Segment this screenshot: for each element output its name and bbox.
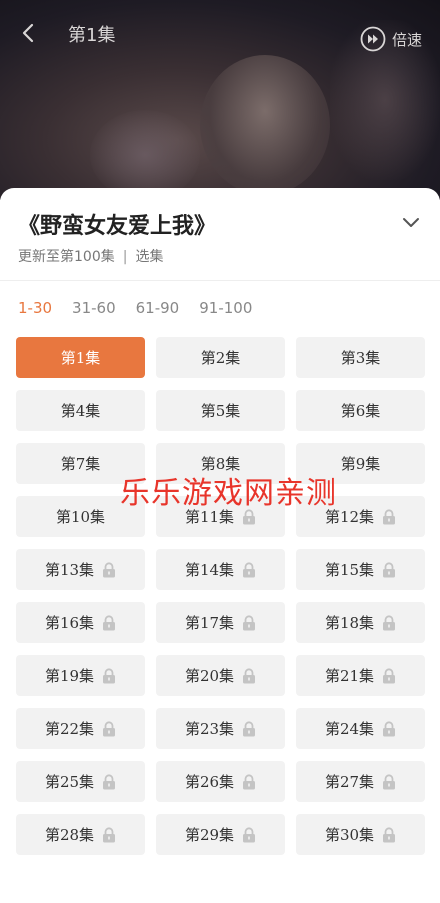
episode-button[interactable]: 第14集 bbox=[156, 549, 285, 590]
watermark-text: 乐乐游戏网亲测 bbox=[120, 476, 337, 511]
episode-label: 第7集 bbox=[60, 455, 101, 473]
episode-label: 第13集 bbox=[44, 561, 95, 579]
separator: | bbox=[122, 249, 128, 265]
range-tab[interactable]: 61-90 bbox=[136, 299, 180, 317]
episode-label: 第4集 bbox=[60, 402, 101, 420]
episode-button[interactable]: 第5集 bbox=[156, 390, 285, 431]
episode-button[interactable]: 第21集 bbox=[296, 655, 425, 696]
episode-button[interactable]: 第26集 bbox=[156, 761, 285, 802]
divider bbox=[0, 280, 440, 281]
episode-button[interactable]: 第28集 bbox=[16, 814, 145, 855]
episode-button[interactable]: 第17集 bbox=[156, 602, 285, 643]
episode-label: 第23集 bbox=[184, 720, 235, 738]
lock-icon bbox=[383, 561, 396, 577]
episode-button[interactable]: 第27集 bbox=[296, 761, 425, 802]
back-arrow-icon[interactable] bbox=[18, 22, 40, 44]
episode-button[interactable]: 第4集 bbox=[16, 390, 145, 431]
episode-label: 第29集 bbox=[184, 826, 235, 844]
episode-button[interactable]: 第20集 bbox=[156, 655, 285, 696]
episode-button[interactable]: 第1集 bbox=[16, 337, 145, 378]
lock-icon bbox=[383, 720, 396, 736]
update-status: 更新至第100集 bbox=[18, 249, 115, 265]
lock-icon bbox=[243, 561, 256, 577]
episode-label: 第16集 bbox=[44, 614, 95, 632]
episode-button[interactable]: 第13集 bbox=[16, 549, 145, 590]
lock-icon bbox=[243, 614, 256, 630]
episode-button[interactable]: 第6集 bbox=[296, 390, 425, 431]
episode-button[interactable]: 第22集 bbox=[16, 708, 145, 749]
show-title: 《野蛮女友爱上我》 bbox=[18, 213, 217, 239]
episode-button[interactable]: 第24集 bbox=[296, 708, 425, 749]
lock-icon bbox=[383, 667, 396, 683]
lock-icon bbox=[103, 561, 116, 577]
episode-grid: 第1集 第2集 第3集 第4集 第5集 第6集 第7集 第8集 第9集 第10集 第11集 第12集第… bbox=[16, 337, 426, 855]
episode-button[interactable]: 第19集 bbox=[16, 655, 145, 696]
episode-label: 第15集 bbox=[324, 561, 375, 579]
lock-icon bbox=[103, 720, 116, 736]
episode-label: 第26集 bbox=[184, 773, 235, 791]
episode-button[interactable]: 第29集 bbox=[156, 814, 285, 855]
update-info: 更新至第100集 | 选集 bbox=[18, 246, 163, 266]
lock-icon bbox=[243, 667, 256, 683]
episode-label: 第3集 bbox=[340, 349, 381, 367]
speed-label: 倍速 bbox=[392, 30, 423, 49]
episode-label: 第17集 bbox=[184, 614, 235, 632]
lock-icon bbox=[243, 826, 256, 842]
lock-icon bbox=[103, 773, 116, 789]
episode-button[interactable]: 第30集 bbox=[296, 814, 425, 855]
episode-button[interactable]: 第15集 bbox=[296, 549, 425, 590]
range-tabs: 1-30 31-60 61-90 91-100 bbox=[18, 299, 272, 317]
episode-title: 第1集 bbox=[68, 25, 116, 46]
lock-icon bbox=[383, 508, 396, 524]
episode-label: 第18集 bbox=[324, 614, 375, 632]
episode-label: 第21集 bbox=[324, 667, 375, 685]
episode-label: 第9集 bbox=[340, 455, 381, 473]
episode-label: 第5集 bbox=[200, 402, 241, 420]
range-tab[interactable]: 91-100 bbox=[199, 299, 252, 317]
episode-button[interactable]: 第3集 bbox=[296, 337, 425, 378]
episode-label: 第1集 bbox=[60, 349, 101, 367]
episode-label: 第22集 bbox=[44, 720, 95, 738]
lock-icon bbox=[383, 826, 396, 842]
episode-label: 第10集 bbox=[55, 508, 106, 526]
episode-sheet: 《野蛮女友爱上我》 更新至第100集 | 选集 1-30 31-60 61-90 9… bbox=[0, 188, 440, 903]
video-frame-figure bbox=[200, 55, 330, 195]
range-tab[interactable]: 1-30 bbox=[18, 299, 52, 317]
fast-forward-icon bbox=[360, 26, 386, 52]
episode-button[interactable]: 第23集 bbox=[156, 708, 285, 749]
episode-button[interactable]: 第2集 bbox=[156, 337, 285, 378]
episode-label: 第25集 bbox=[44, 773, 95, 791]
episode-label: 第30集 bbox=[324, 826, 375, 844]
episode-button[interactable]: 第16集 bbox=[16, 602, 145, 643]
episode-label: 第27集 bbox=[324, 773, 375, 791]
lock-icon bbox=[383, 773, 396, 789]
episode-button[interactable]: 第18集 bbox=[296, 602, 425, 643]
lock-icon bbox=[103, 826, 116, 842]
episode-label: 第6集 bbox=[340, 402, 381, 420]
episode-label: 第2集 bbox=[200, 349, 241, 367]
lock-icon bbox=[243, 773, 256, 789]
episode-label: 第28集 bbox=[44, 826, 95, 844]
range-tab[interactable]: 31-60 bbox=[72, 299, 116, 317]
episode-label: 第19集 bbox=[44, 667, 95, 685]
episode-label: 第20集 bbox=[184, 667, 235, 685]
select-episodes-label: 选集 bbox=[135, 249, 164, 265]
speed-button[interactable]: 倍速 bbox=[360, 26, 422, 52]
video-player[interactable]: 第1集 倍速 bbox=[0, 0, 440, 200]
episode-label: 第14集 bbox=[184, 561, 235, 579]
video-frame-figure bbox=[90, 110, 200, 200]
lock-icon bbox=[243, 720, 256, 736]
episode-label: 第24集 bbox=[324, 720, 375, 738]
chevron-down-icon[interactable] bbox=[400, 212, 422, 234]
lock-icon bbox=[103, 614, 116, 630]
episode-button[interactable]: 第25集 bbox=[16, 761, 145, 802]
lock-icon bbox=[103, 667, 116, 683]
lock-icon bbox=[383, 614, 396, 630]
